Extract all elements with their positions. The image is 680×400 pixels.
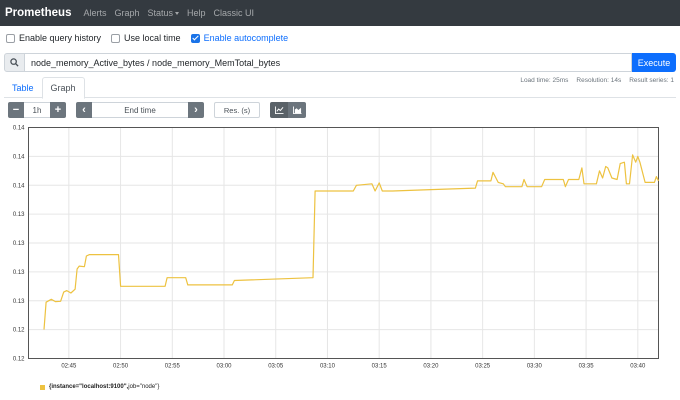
x-tick-label: 03:40 (630, 364, 646, 370)
nav-alerts[interactable]: Alerts (83, 8, 106, 18)
option-query-history[interactable]: Enable query history (6, 33, 101, 43)
next-time-button[interactable]: › (188, 102, 204, 118)
previous-time-button[interactable]: ‹ (76, 102, 92, 118)
chart-grid (28, 127, 659, 359)
query-history-label: Enable query history (19, 33, 102, 43)
legend-swatch (40, 384, 45, 390)
result-series: Result series: 1 (629, 77, 674, 84)
series-line[interactable] (43, 154, 660, 330)
end-time-input[interactable]: End time (92, 102, 188, 118)
x-tick-label: 03:10 (320, 364, 336, 370)
stacked-chart-toggle[interactable] (288, 102, 306, 118)
y-axis: 0.14 0.14 0.14 0.13 0.13 0.13 0.13 0.12 0.12 (13, 126, 25, 363)
tab-graph[interactable]: Graph (41, 77, 85, 99)
caret-down-icon (175, 11, 180, 15)
y-tick-label: 0.12 (13, 357, 25, 363)
local-time-checkbox[interactable] (111, 33, 121, 43)
x-tick-label: 02:50 (113, 364, 129, 370)
range-input[interactable]: 1h (24, 102, 50, 118)
brand-logo[interactable]: Prometheus (5, 7, 71, 19)
series-layer (43, 154, 660, 330)
line-chart-icon (274, 106, 283, 114)
option-autocomplete[interactable]: Enable autocomplete (190, 33, 289, 43)
x-tick-label: 03:20 (423, 364, 439, 370)
option-local-time[interactable]: Use local time (111, 33, 181, 43)
search-icon-button[interactable] (4, 53, 25, 72)
nav-status-label: Status (147, 8, 174, 18)
x-tick-label: 03:25 (475, 364, 491, 370)
nav-help[interactable]: Help (187, 8, 206, 18)
increase-range-button[interactable]: + (50, 102, 66, 118)
nav-graph[interactable]: Graph (114, 8, 139, 18)
graph-controls: − 1h + ‹ End time › Res. (s) (8, 102, 306, 118)
y-tick-label: 0.12 (13, 328, 25, 334)
legend-job: job="node"} (128, 384, 160, 390)
resolution-input[interactable]: Res. (s) (214, 102, 260, 118)
x-tick-label: 03:30 (527, 364, 543, 370)
line-chart-toggle[interactable] (270, 102, 288, 118)
load-time: Load time: 25ms (520, 77, 569, 84)
decrease-range-button[interactable]: − (8, 102, 24, 118)
query-history-checkbox[interactable] (6, 33, 15, 43)
y-tick-label: 0.13 (13, 270, 25, 276)
nav-classic-ui[interactable]: Classic UI (214, 8, 255, 18)
x-tick-label: 03:15 (372, 364, 388, 370)
x-tick-label: 03:35 (579, 364, 595, 370)
expression-row: node_memory_Active_bytes / node_memory_M… (4, 53, 676, 72)
autocomplete-label: Enable autocomplete (203, 33, 289, 43)
execute-button[interactable]: Execute (632, 53, 676, 72)
search-icon (10, 58, 19, 67)
x-axis: 02:45 02:50 02:55 03:00 03:05 03:10 03:15 03:20… (61, 364, 646, 370)
x-tick-label: 02:55 (165, 364, 181, 370)
query-stats: Load time: 25ms Resolution: 14s Result s… (512, 77, 674, 84)
x-tick-label: 03:00 (217, 364, 233, 370)
y-tick-label: 0.13 (13, 212, 25, 218)
y-tick-label: 0.13 (13, 299, 25, 305)
tab-table[interactable]: Table (4, 77, 42, 98)
y-tick-label: 0.14 (13, 183, 25, 189)
y-tick-label: 0.14 (13, 126, 25, 132)
nav-status[interactable]: Status (148, 8, 180, 18)
y-tick-label: 0.14 (13, 154, 25, 160)
expression-input[interactable]: node_memory_Active_bytes / node_memory_M… (25, 53, 632, 72)
top-navbar: Prometheus Alerts Graph Status Help Clas… (0, 0, 680, 26)
stacked-chart-icon (292, 106, 301, 114)
local-time-label: Use local time (124, 33, 181, 43)
graph-chart: 0.14 0.14 0.14 0.13 0.13 0.13 0.13 0.12 0.12 02:… (13, 126, 660, 370)
query-options: Enable query history Use local time Enab… (6, 33, 298, 43)
resolution-stat: Resolution: 14s (576, 77, 622, 84)
autocomplete-checkbox[interactable] (190, 33, 200, 43)
chart-legend[interactable]: {instance="localhost:9100", job="node"} (40, 384, 159, 390)
y-tick-label: 0.13 (13, 241, 25, 247)
legend-instance: {instance="localhost:9100", (49, 384, 129, 390)
x-tick-label: 03:05 (268, 364, 284, 370)
x-tick-label: 02:45 (61, 364, 77, 370)
